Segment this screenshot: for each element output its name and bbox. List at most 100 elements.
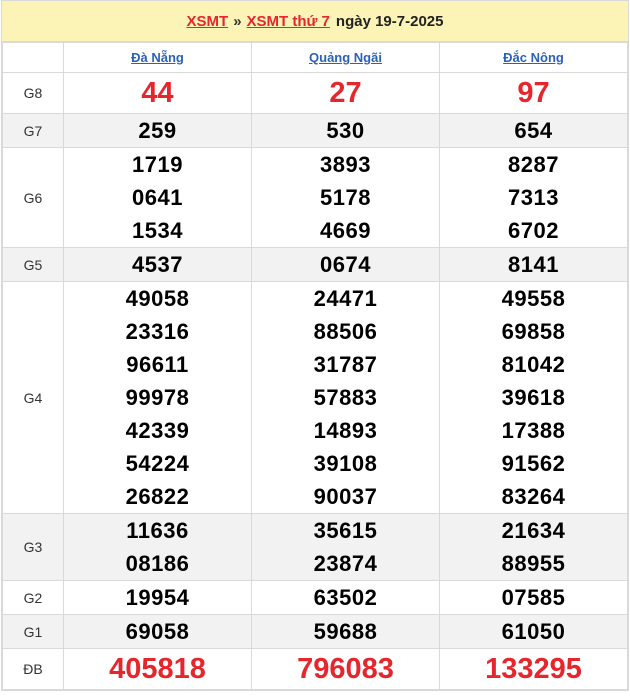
results-header: XSMT » XSMT thứ 7 ngày 19-7-2025	[2, 1, 628, 42]
prize-number: 796083	[297, 653, 394, 685]
draw-date: ngày 19-7-2025	[335, 12, 444, 30]
prize-cell: 35615 23874	[251, 513, 440, 581]
prize-number: 14893	[313, 418, 378, 443]
prize-cell: 59688	[251, 614, 440, 649]
prize-number: 63502	[313, 585, 378, 610]
prize-number: 133295	[485, 653, 582, 685]
prize-number: 26822	[125, 484, 190, 509]
prize-number: 11636	[126, 518, 189, 543]
prize-label: G7	[2, 113, 64, 148]
prize-number: 1534	[132, 218, 183, 243]
prize-number: 31787	[313, 352, 378, 377]
prize-number: 59688	[313, 619, 378, 644]
prize-cell: 530	[251, 113, 440, 148]
prize-number: 90037	[313, 484, 378, 509]
prize-number: 7313	[508, 185, 559, 210]
prize-cell: 69058	[63, 614, 252, 649]
prize-cell: 405818	[63, 648, 252, 690]
prize-row: G4 49058 23316 96611 99978 42339 54224 26822 244…	[2, 281, 628, 514]
prize-number: 35615	[313, 518, 378, 543]
prize-number: 99978	[125, 385, 190, 410]
prize-number: 83264	[501, 484, 566, 509]
prize-number: 96611	[126, 352, 189, 377]
xsmt-link[interactable]: XSMT	[187, 13, 229, 30]
prize-number: 3893	[320, 152, 371, 177]
prize-label: G5	[2, 247, 64, 282]
prize-number: 69058	[125, 619, 190, 644]
prize-number: 49058	[125, 286, 190, 311]
province-header: Đà Nẵng	[63, 42, 252, 73]
prize-row: G6 1719 0641 1534 3893 5178 4669 8287 7313 6702	[2, 147, 628, 248]
prize-cell: 8141	[439, 247, 628, 282]
prize-number: 23316	[125, 319, 190, 344]
province-header-row: Đà Nẵng Quảng Ngãi Đắc Nông	[2, 42, 628, 73]
prize-cell: 11636 08186	[63, 513, 252, 581]
corner-cell	[2, 42, 64, 73]
prize-row: G1 69058 59688 61050	[2, 614, 628, 649]
prize-row: G5 4537 0674 8141	[2, 247, 628, 282]
prize-cell: 49058 23316 96611 99978 42339 54224 26822	[63, 281, 252, 514]
prize-label: G2	[2, 580, 64, 615]
prize-cell: 63502	[251, 580, 440, 615]
prize-number: 19954	[125, 585, 190, 610]
prize-number: 97	[517, 77, 550, 109]
prize-number: 4537	[132, 252, 183, 277]
prize-number: 08186	[125, 551, 190, 576]
prize-number: 39108	[313, 451, 378, 476]
xsmt-saturday-link[interactable]: XSMT thứ 7	[247, 13, 330, 30]
prize-number: 69858	[501, 319, 566, 344]
prize-cell: 796083	[251, 648, 440, 690]
prize-cell: 8287 7313 6702	[439, 147, 628, 248]
province-link-quang-ngai[interactable]: Quảng Ngãi	[309, 50, 382, 65]
prize-cell: 4537	[63, 247, 252, 282]
prize-number: 21634	[501, 518, 566, 543]
breadcrumb-separator: »	[233, 12, 242, 30]
prize-number: 42339	[125, 418, 190, 443]
prize-cell: 3893 5178 4669	[251, 147, 440, 248]
prize-label: G6	[2, 147, 64, 248]
province-link-dac-nong[interactable]: Đắc Nông	[503, 50, 564, 65]
province-header: Quảng Ngãi	[251, 42, 440, 73]
prize-cell: 654	[439, 113, 628, 148]
prize-body: G8 44 27 97 G7 259 530 654 G6 1719 0641 1534 3893 517…	[2, 72, 628, 690]
results-table: Đà Nẵng Quảng Ngãi Đắc Nông G8 44 27 97 G7 25…	[2, 42, 628, 690]
prize-number: 49558	[501, 286, 566, 311]
prize-row: G8 44 27 97	[2, 72, 628, 114]
prize-number: 88506	[313, 319, 378, 344]
prize-cell: 19954	[63, 580, 252, 615]
prize-number: 54224	[125, 451, 190, 476]
prize-row: G3 11636 08186 35615 23874 21634 88955	[2, 513, 628, 581]
prize-cell: 133295	[439, 648, 628, 690]
prize-number: 530	[326, 118, 365, 143]
prize-number: 88955	[501, 551, 566, 576]
prize-number: 39618	[501, 385, 566, 410]
prize-row: G7 259 530 654	[2, 113, 628, 148]
prize-cell: 21634 88955	[439, 513, 628, 581]
prize-number: 259	[138, 118, 177, 143]
prize-number: 27	[329, 77, 362, 109]
prize-number: 8287	[508, 152, 559, 177]
prize-label: G3	[2, 513, 64, 581]
prize-number: 1719	[132, 152, 183, 177]
prize-cell: 0674	[251, 247, 440, 282]
province-header: Đắc Nông	[439, 42, 628, 73]
prize-number: 44	[141, 77, 174, 109]
prize-number: 07585	[501, 585, 566, 610]
prize-cell: 259	[63, 113, 252, 148]
prize-row: ĐB 405818 796083 133295	[2, 648, 628, 690]
province-link-da-nang[interactable]: Đà Nẵng	[131, 50, 184, 65]
prize-cell: 61050	[439, 614, 628, 649]
prize-number: 24471	[313, 286, 378, 311]
results-panel: XSMT » XSMT thứ 7 ngày 19-7-2025 Đà Nẵng…	[1, 0, 629, 691]
prize-number: 23874	[313, 551, 378, 576]
prize-number: 0674	[320, 252, 371, 277]
prize-number: 0641	[132, 185, 183, 210]
prize-number: 81042	[501, 352, 566, 377]
prize-label: G1	[2, 614, 64, 649]
prize-cell: 27	[251, 72, 440, 114]
prize-number: 4669	[320, 218, 371, 243]
prize-number: 405818	[109, 653, 206, 685]
prize-number: 8141	[508, 252, 559, 277]
prize-number: 6702	[508, 218, 559, 243]
prize-number: 654	[514, 118, 553, 143]
